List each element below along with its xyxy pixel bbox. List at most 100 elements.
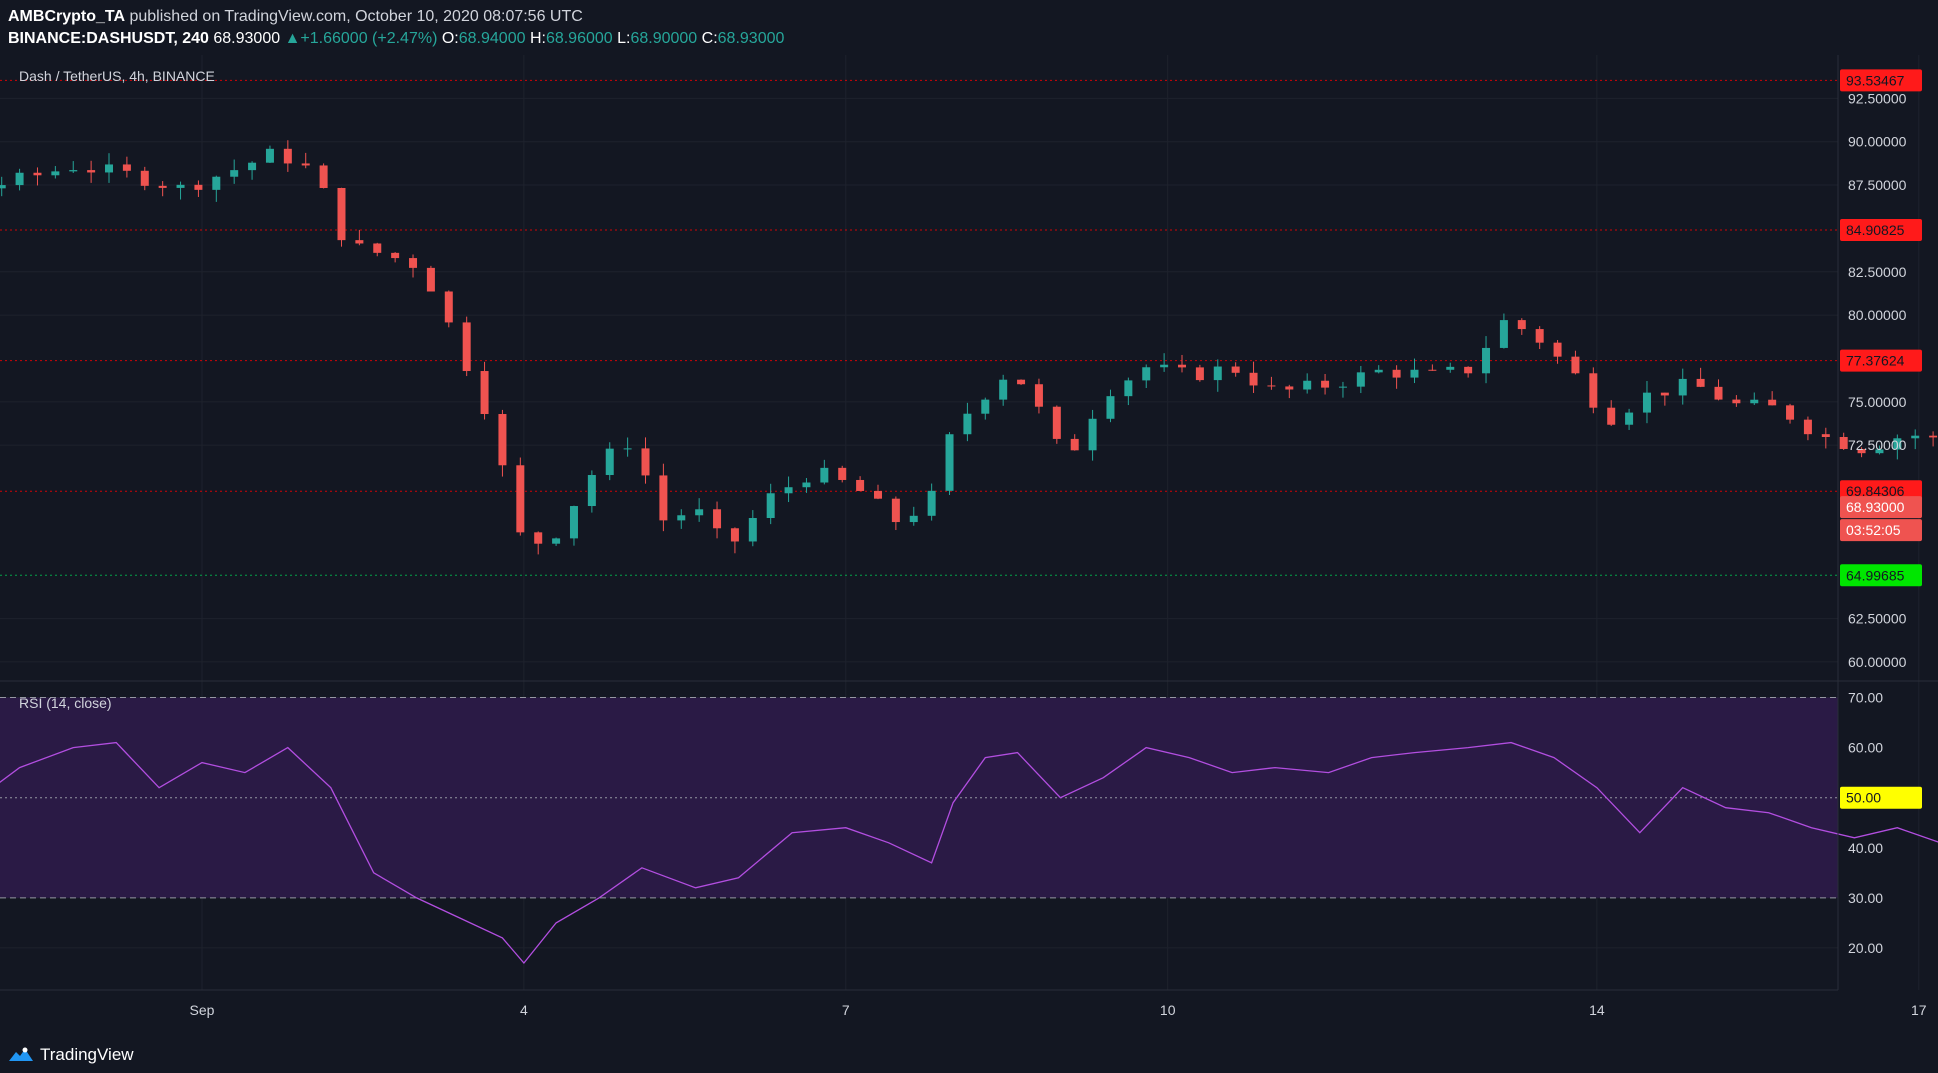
candle-body: [498, 414, 507, 466]
low-label: L:: [617, 30, 631, 47]
candle-body: [1535, 329, 1544, 343]
chart-canvas: 92.50000 90.00000 87.50000 82.50000 80.00000…: [0, 55, 1938, 1018]
candle-body: [534, 532, 543, 544]
time-axis[interactable]: 27Sep47101417212428Oct581215: [0, 1002, 1938, 1018]
candle-body: [319, 165, 328, 188]
price-pane-title: Dash / TetherUS, 4h, BINANCE: [19, 68, 215, 84]
candle-body: [605, 448, 614, 476]
candle-body: [1553, 342, 1562, 357]
symbol-label[interactable]: BINANCE:DASHUSDT, 240: [8, 30, 209, 47]
candle-body: [713, 509, 722, 529]
candle-body: [1678, 378, 1687, 396]
ohlc-line: BINANCE:DASHUSDT, 240 68.93000 ▲+1.66000…: [8, 28, 784, 50]
candle-body: [1106, 396, 1115, 419]
rsi-tick-label: 40.00: [1848, 840, 1883, 856]
candle-body: [1017, 379, 1026, 385]
price-change: +1.66000 (+2.47%): [300, 30, 438, 47]
time-tick-label: 7: [842, 1002, 850, 1018]
candle-body: [301, 163, 310, 166]
candle-body: [552, 538, 561, 544]
candle-body: [873, 490, 882, 499]
candle-body: [1249, 372, 1258, 386]
candle-body: [1034, 384, 1043, 407]
chart-header: AMBCrypto_TA published on TradingView.co…: [8, 6, 784, 50]
time-tick-label: 17: [1911, 1002, 1927, 1018]
candle-body: [176, 184, 185, 188]
candle-body: [15, 172, 24, 186]
candle-body: [1446, 366, 1455, 370]
candle-body: [212, 176, 221, 190]
rsi-tick-label: 20.00: [1848, 940, 1883, 956]
price-tick-label: 92.50000: [1848, 90, 1907, 106]
candle-body: [1428, 369, 1437, 371]
candle-body: [1517, 320, 1526, 330]
candle-body: [802, 482, 811, 488]
rsi-pane-title: RSI (14, close): [19, 695, 112, 711]
candle-body: [230, 170, 239, 177]
price-tick-label: 60.00000: [1848, 654, 1907, 670]
price-tick-label: 62.50000: [1848, 611, 1907, 627]
candle-body: [194, 184, 203, 190]
candle-body: [1338, 386, 1347, 388]
candle-body: [158, 185, 167, 188]
price-level-label: 64.99685: [1846, 567, 1905, 583]
candle-body: [69, 170, 78, 172]
candle-body: [355, 240, 364, 244]
tradingview-brand[interactable]: TradingView: [8, 1045, 134, 1065]
published-text: published on TradingView.com, October 10…: [129, 8, 583, 25]
candle-body: [1410, 369, 1419, 378]
close-value: 68.93000: [717, 30, 785, 47]
price-tick-label: 72.50000: [1848, 437, 1907, 453]
candle-body: [1803, 419, 1812, 435]
open-value: 68.94000: [458, 30, 526, 47]
candle-body: [999, 379, 1008, 400]
candle-body: [122, 164, 131, 171]
high-label: H:: [529, 30, 546, 47]
candle-body: [748, 518, 757, 542]
candle-body: [337, 187, 346, 241]
candle-body: [1839, 436, 1848, 449]
rsi-tick-label: 30.00: [1848, 890, 1883, 906]
time-tick-label: 4: [520, 1002, 528, 1018]
price-tick-label: 75.00000: [1848, 394, 1907, 410]
brand-name: TradingView: [40, 1045, 134, 1064]
rsi-midline-label: 50.00: [1846, 790, 1881, 806]
candle-body: [927, 490, 936, 516]
up-arrow-icon: ▲: [284, 30, 301, 47]
price-level-label: 77.37624: [1846, 353, 1905, 369]
candle-body: [105, 164, 114, 173]
candle-body: [1499, 320, 1508, 348]
candle-body: [1589, 373, 1598, 408]
candle-body: [1088, 418, 1097, 451]
price-tick-label: 87.50000: [1848, 177, 1907, 193]
candle-body: [1142, 367, 1151, 381]
price-tick-label: 90.00000: [1848, 134, 1907, 150]
candle-body: [0, 185, 6, 189]
candle-body: [140, 170, 149, 186]
candle-body: [820, 467, 829, 483]
high-value: 68.96000: [545, 30, 613, 47]
candle-body: [909, 515, 918, 523]
candle-body: [945, 434, 954, 491]
candle-body: [1374, 369, 1383, 373]
candle-body: [1714, 386, 1723, 400]
candle-body: [641, 448, 650, 476]
candle-body: [1178, 364, 1187, 368]
open-label: O:: [441, 30, 459, 47]
candle-body: [1303, 380, 1312, 390]
candle-body: [659, 475, 668, 521]
candle-body: [1231, 366, 1240, 373]
candle-body: [1821, 434, 1830, 437]
rsi-tick-label: 60.00: [1848, 740, 1883, 756]
candle-body: [1267, 385, 1276, 387]
candle-body: [1070, 438, 1079, 451]
candle-body: [1929, 435, 1938, 438]
candle-body: [444, 291, 453, 323]
publisher-name[interactable]: AMBCrypto_TA: [8, 8, 125, 25]
tradingview-logo-icon: [9, 1047, 33, 1061]
candle-body: [1321, 380, 1330, 388]
candle-body: [766, 493, 775, 519]
candle-body: [695, 509, 704, 516]
price-axis[interactable]: 92.50000 90.00000 87.50000 82.50000 80.00000…: [1840, 69, 1922, 956]
candle-body: [1195, 367, 1204, 381]
